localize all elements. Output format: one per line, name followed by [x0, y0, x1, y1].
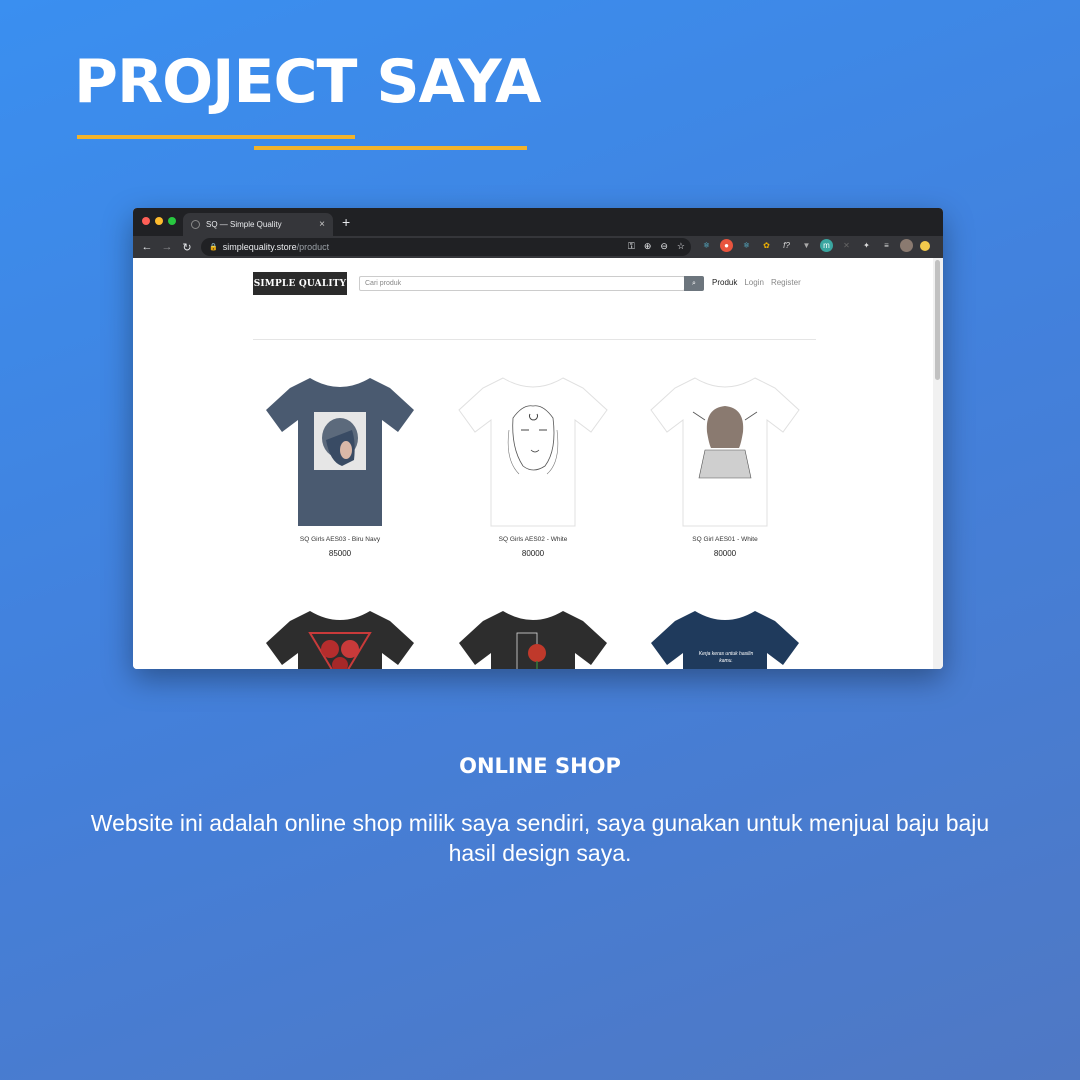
- product-card[interactable]: SQ Girls AES02 - White 80000: [448, 370, 618, 558]
- address-bar[interactable]: 🔒 simplequality.store/product ⚿ ⊕ ⊖ ☆: [201, 238, 691, 256]
- font-icon[interactable]: f?: [780, 239, 793, 252]
- heading-underline: [77, 135, 355, 139]
- nav-login[interactable]: Login: [744, 278, 764, 287]
- product-price: 85000: [328, 549, 352, 558]
- bookmark-star-icon[interactable]: ☆: [677, 241, 685, 252]
- heading-underline-offset: [254, 146, 527, 150]
- product-card[interactable]: [448, 603, 618, 669]
- product-name[interactable]: SQ Girls AES02 - White: [448, 536, 618, 543]
- tab-close-icon[interactable]: ×: [319, 219, 325, 230]
- browser-tabbar: SQ — Simple Quality × +: [133, 208, 943, 236]
- favicon-icon: [191, 220, 200, 229]
- product-name[interactable]: SQ Girl AES01 - White: [640, 536, 810, 543]
- url-path: /product: [296, 242, 330, 252]
- tshirt-image: [266, 378, 414, 526]
- reading-list-icon[interactable]: ≡: [880, 239, 893, 252]
- page-heading: PROJECT SAYA: [74, 47, 541, 117]
- project-description: Website ini adalah online shop milik say…: [90, 810, 990, 866]
- search-button[interactable]: ⌕: [684, 276, 704, 291]
- forward-arrow-icon[interactable]: →: [157, 241, 177, 253]
- reload-icon[interactable]: ↻: [177, 241, 197, 254]
- product-price: 80000: [713, 549, 737, 558]
- page-scrollbar[interactable]: [933, 258, 943, 669]
- product-card[interactable]: Kerja keras untuk hasilin kamu.: [640, 603, 810, 669]
- search-input[interactable]: Cari produk: [359, 276, 685, 291]
- product-card[interactable]: SQ Girl AES01 - White 80000: [640, 370, 810, 558]
- tshirt-image: [650, 377, 800, 527]
- tshirt-image: [458, 377, 608, 527]
- url-host: simplequality.store: [222, 242, 297, 252]
- product-name[interactable]: SQ Girls AES03 - Biru Navy: [255, 536, 425, 543]
- product-price: 80000: [521, 549, 545, 558]
- nav-produk[interactable]: Produk: [712, 278, 737, 287]
- vue-devtools-icon[interactable]: ▼: [800, 239, 813, 252]
- react-devtools-icon[interactable]: ⚛: [700, 239, 713, 252]
- section-title: ONLINE SHOP: [459, 754, 621, 778]
- color-picker-icon[interactable]: ✿: [760, 239, 773, 252]
- browser-tab[interactable]: SQ — Simple Quality ×: [183, 213, 333, 236]
- site-nav: Produk Login Register: [712, 278, 801, 287]
- extension-red-icon[interactable]: ●: [720, 239, 733, 252]
- scrollbar-thumb[interactable]: [935, 260, 940, 380]
- maximize-window-dot[interactable]: [168, 217, 176, 225]
- tshirt-print-text: Kerja keras untuk hasilin kamu.: [698, 651, 754, 664]
- extension-bar: ⚛ ● ⚛ ✿ f? ▼ m ✕ ✦ ≡: [700, 239, 930, 252]
- avatar[interactable]: [900, 239, 913, 252]
- divider: [253, 339, 816, 340]
- tshirt-image: [266, 611, 414, 669]
- product-card[interactable]: [255, 603, 425, 669]
- x-extension-icon[interactable]: ✕: [840, 239, 853, 252]
- puzzle-icon[interactable]: ✦: [860, 239, 873, 252]
- react-icon[interactable]: ⚛: [740, 239, 753, 252]
- lock-icon: 🔒: [209, 244, 218, 251]
- m-extension-icon[interactable]: m: [820, 239, 833, 252]
- product-card[interactable]: SQ Girls AES03 - Biru Navy 85000: [255, 370, 425, 558]
- site-logo[interactable]: SIMPLE QUALITY: [253, 272, 347, 295]
- update-dot-icon[interactable]: [920, 240, 930, 251]
- new-tab-button[interactable]: +: [342, 214, 350, 230]
- nav-register[interactable]: Register: [771, 278, 801, 287]
- browser-screenshot: SQ — Simple Quality × + ← → ↻ 🔒 simplequ…: [133, 208, 943, 669]
- zoom-icon[interactable]: ⊖: [660, 241, 668, 252]
- tshirt-image: [459, 611, 607, 669]
- back-arrow-icon[interactable]: ←: [137, 241, 157, 253]
- tab-title: SQ — Simple Quality: [206, 220, 282, 229]
- minimize-window-dot[interactable]: [155, 217, 163, 225]
- browser-toolbar: ← → ↻ 🔒 simplequality.store/product ⚿ ⊕ …: [133, 236, 943, 258]
- key-icon[interactable]: ⚿: [628, 241, 635, 252]
- close-window-dot[interactable]: [142, 217, 150, 225]
- web-page: SIMPLE QUALITY Cari produk ⌕ Produk Logi…: [133, 258, 933, 669]
- install-icon[interactable]: ⊕: [644, 241, 652, 252]
